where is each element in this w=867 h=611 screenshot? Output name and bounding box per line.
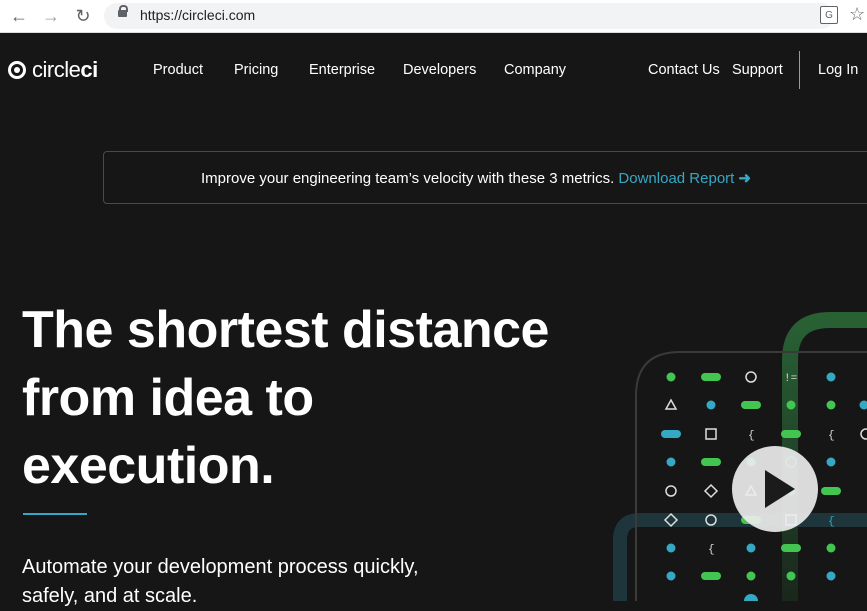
reload-icon[interactable]: ↻: [72, 5, 94, 27]
grid-dot: [787, 572, 796, 581]
hero-subtitle: Automate your development process quickl…: [22, 553, 452, 611]
circleci-logo-mark: [8, 61, 26, 79]
back-icon[interactable]: ←: [8, 5, 30, 27]
forward-icon[interactable]: →: [40, 5, 62, 27]
site-header: circleci Product Pricing Enterprise Deve…: [0, 33, 867, 109]
grid-circle: [666, 486, 676, 496]
grid-dot: [707, 401, 716, 410]
grid-symbol: {: [708, 544, 715, 556]
grid-dot: [787, 401, 796, 410]
nav-developers[interactable]: Developers: [403, 62, 476, 78]
nav-login[interactable]: Log In: [818, 62, 858, 78]
grid-circle: [746, 372, 756, 382]
translate-icon[interactable]: G: [820, 6, 838, 24]
grid-diamond: [705, 485, 717, 497]
pipe-graphic: [620, 520, 867, 601]
grid-symbol: {: [748, 430, 755, 442]
grid-pill: [781, 544, 801, 552]
grid-dot: [827, 401, 836, 410]
panel-outline: [636, 352, 680, 601]
download-report-label[interactable]: Download Report: [618, 170, 734, 187]
grid-dot: [667, 458, 676, 467]
grid-dot: [827, 572, 836, 581]
hero-title-line: from idea to: [22, 364, 582, 432]
nav-contact-us[interactable]: Contact Us: [648, 62, 720, 78]
grid-dot: [667, 544, 676, 553]
star-icon[interactable]: ☆: [849, 4, 865, 25]
grid-pill: [661, 430, 681, 438]
address-bar[interactable]: https://circleci.com: [104, 3, 834, 29]
pipeline-graphic: != { { { {: [600, 300, 867, 601]
nav-company[interactable]: Company: [504, 62, 566, 78]
hero-title-line: execution.: [22, 432, 582, 500]
play-icon[interactable]: [732, 446, 818, 532]
hero-title: The shortest distance from idea to execu…: [22, 296, 582, 500]
grid-square: [706, 429, 716, 439]
nav-divider: [799, 51, 800, 89]
grid-circle: [861, 429, 867, 439]
grid-triangle: [666, 400, 676, 409]
hero-accent-rule: [23, 513, 87, 515]
nav-pricing[interactable]: Pricing: [234, 62, 278, 78]
grid-symbol: {: [828, 516, 835, 528]
grid-pill: [781, 430, 801, 438]
grid-symbol: {: [828, 430, 835, 442]
browser-toolbar: ← → ↻ https://circleci.com G ☆: [0, 0, 867, 33]
logo-text: circleci: [32, 57, 98, 83]
nav-product[interactable]: Product: [153, 62, 203, 78]
grid-dot: [827, 373, 836, 382]
circleci-logo[interactable]: circleci: [8, 57, 98, 83]
download-report-link[interactable]: Download Report➜: [618, 170, 750, 187]
nav-enterprise[interactable]: Enterprise: [309, 62, 375, 78]
grid-dot: [667, 572, 676, 581]
banner-text: Improve your engineering team’s velocity…: [201, 170, 614, 187]
arrow-right-icon[interactable]: ➜: [738, 169, 751, 187]
banner-content: Improve your engineering team’s velocity…: [201, 169, 751, 187]
announcement-banner: Improve your engineering team’s velocity…: [103, 151, 867, 204]
lock-icon: [118, 10, 127, 17]
grid-dot: [827, 544, 836, 553]
grid-pill: [701, 458, 721, 466]
grid-pill: [701, 572, 721, 580]
grid-dot: [747, 544, 756, 553]
grid-pill: [701, 373, 721, 381]
grid-dot: [860, 401, 867, 410]
grid-dot: [744, 594, 758, 601]
grid-dot: [827, 458, 836, 467]
url-text: https://circleci.com: [140, 7, 255, 23]
grid-pill: [741, 401, 761, 409]
hero-title-line: The shortest distance: [22, 296, 582, 364]
nav-support[interactable]: Support: [732, 62, 783, 78]
grid-pill: [821, 487, 841, 495]
grid-dot: [747, 572, 756, 581]
grid-dot: [667, 373, 676, 382]
grid-symbol: !=: [784, 373, 797, 385]
